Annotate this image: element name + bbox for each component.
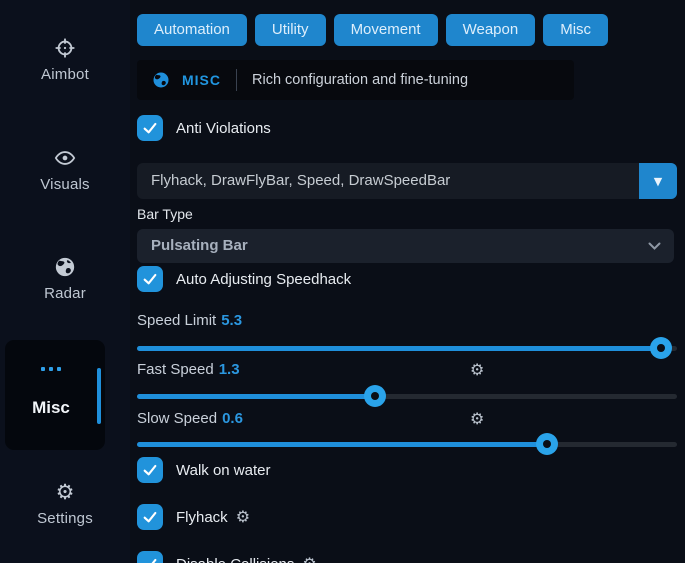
fast-speed-gear-icon[interactable]: ⚙ (470, 362, 484, 378)
sidebar-item-radar[interactable]: Radar (0, 256, 130, 303)
bar-flags-value: Flyhack, DrawFlyBar, Speed, DrawSpeedBar (151, 163, 450, 199)
bar-type-selected-value: Pulsating Bar (151, 229, 248, 263)
walk-on-water-label: Walk on water (176, 462, 270, 479)
checkbox-row-disable-collisions: Disable Collisions ⚙ (137, 551, 317, 563)
globe-icon (152, 71, 170, 89)
tab-automation[interactable]: Automation (137, 14, 247, 46)
dropdown-open-button[interactable]: ▼ (639, 163, 677, 199)
sidebar-item-settings[interactable]: ⚙ Settings (0, 481, 130, 528)
checkbox-row-walk-on-water: Walk on water (137, 457, 270, 483)
active-indicator-bar (97, 368, 101, 424)
sidebar-item-label: Settings (37, 510, 93, 527)
slider-handle[interactable] (650, 337, 672, 359)
sidebar-item-label: Visuals (40, 176, 89, 193)
sidebar-item-label: Radar (44, 285, 86, 302)
check-icon (142, 509, 158, 525)
crosshair-icon (54, 37, 76, 59)
disable-collisions-checkbox[interactable] (137, 551, 163, 563)
slider-label-text: Fast Speed (137, 361, 214, 378)
slider-handle[interactable] (364, 385, 386, 407)
chevron-down-icon (648, 242, 661, 250)
speed-limit-slider[interactable] (137, 338, 677, 358)
sidebar-item-visuals[interactable]: Visuals (0, 147, 130, 194)
walk-on-water-checkbox[interactable] (137, 457, 163, 483)
check-icon (142, 462, 158, 478)
triangle-down-icon: ▼ (654, 175, 662, 188)
slider-fill (137, 442, 547, 447)
gear-icon: ⚙ (54, 481, 76, 503)
slow-speed-slider[interactable] (137, 434, 677, 454)
header-divider (236, 69, 237, 91)
slow-speed-gear-icon[interactable]: ⚙ (470, 411, 484, 427)
slider-label-text: Speed Limit (137, 312, 216, 329)
bar-type-label: Bar Type (137, 206, 193, 222)
anti-violations-checkbox[interactable] (137, 115, 163, 141)
checkbox-row-flyhack: Flyhack ⚙ (137, 504, 250, 530)
flyhack-checkbox[interactable] (137, 504, 163, 530)
cheat-config-window: Aimbot Visuals Radar Misc ⚙ Se (0, 0, 685, 563)
sidebar-item-aimbot[interactable]: Aimbot (0, 37, 130, 84)
tab-movement[interactable]: Movement (334, 14, 438, 46)
slider-fill (137, 394, 375, 399)
category-tabs: Automation Utility Movement Weapon Misc (137, 14, 608, 46)
slider-handle[interactable] (536, 433, 558, 455)
slow-speed-label: Slow Speed 0.6 (137, 410, 243, 427)
disable-collisions-gear-icon[interactable]: ⚙ (302, 556, 316, 563)
section-title: MISC (182, 72, 221, 88)
tab-weapon[interactable]: Weapon (446, 14, 536, 46)
check-icon (142, 556, 158, 563)
checkbox-row-anti-violations: Anti Violations (137, 115, 271, 141)
section-subtitle: Rich configuration and fine-tuning (252, 72, 468, 88)
speed-limit-label: Speed Limit 5.3 (137, 312, 242, 329)
anti-violations-label: Anti Violations (176, 120, 271, 137)
check-icon (142, 120, 158, 136)
globe-icon (54, 256, 76, 278)
slider-value: 0.6 (222, 410, 243, 427)
section-header: MISC Rich configuration and fine-tuning (137, 60, 574, 100)
sidebar-item-label: Aimbot (41, 66, 89, 83)
sidebar: Aimbot Visuals Radar Misc ⚙ Se (0, 0, 130, 563)
main-panel: Automation Utility Movement Weapon Misc … (137, 0, 677, 563)
sidebar-item-label: Misc (5, 398, 97, 418)
flyhack-gear-icon[interactable]: ⚙ (236, 509, 250, 525)
fast-speed-label: Fast Speed 1.3 (137, 361, 240, 378)
auto-adjusting-speedhack-label: Auto Adjusting Speedhack (176, 271, 351, 288)
ellipsis-icon (5, 367, 97, 371)
bar-flags-field[interactable]: Flyhack, DrawFlyBar, Speed, DrawSpeedBar… (137, 163, 677, 199)
fast-speed-slider[interactable] (137, 386, 677, 406)
auto-adjusting-speedhack-checkbox[interactable] (137, 266, 163, 292)
tab-utility[interactable]: Utility (255, 14, 326, 46)
slider-fill (137, 346, 661, 351)
slider-value: 5.3 (221, 312, 242, 329)
eye-icon (54, 147, 76, 169)
slider-label-text: Slow Speed (137, 410, 217, 427)
slider-value: 1.3 (219, 361, 240, 378)
disable-collisions-label: Disable Collisions (176, 556, 294, 563)
flyhack-label: Flyhack (176, 509, 228, 526)
sidebar-item-misc-active[interactable]: Misc (5, 340, 105, 450)
bar-type-select[interactable]: Pulsating Bar (137, 229, 674, 263)
check-icon (142, 271, 158, 287)
checkbox-row-auto-adjusting-speedhack: Auto Adjusting Speedhack (137, 266, 351, 292)
tab-misc[interactable]: Misc (543, 14, 608, 46)
